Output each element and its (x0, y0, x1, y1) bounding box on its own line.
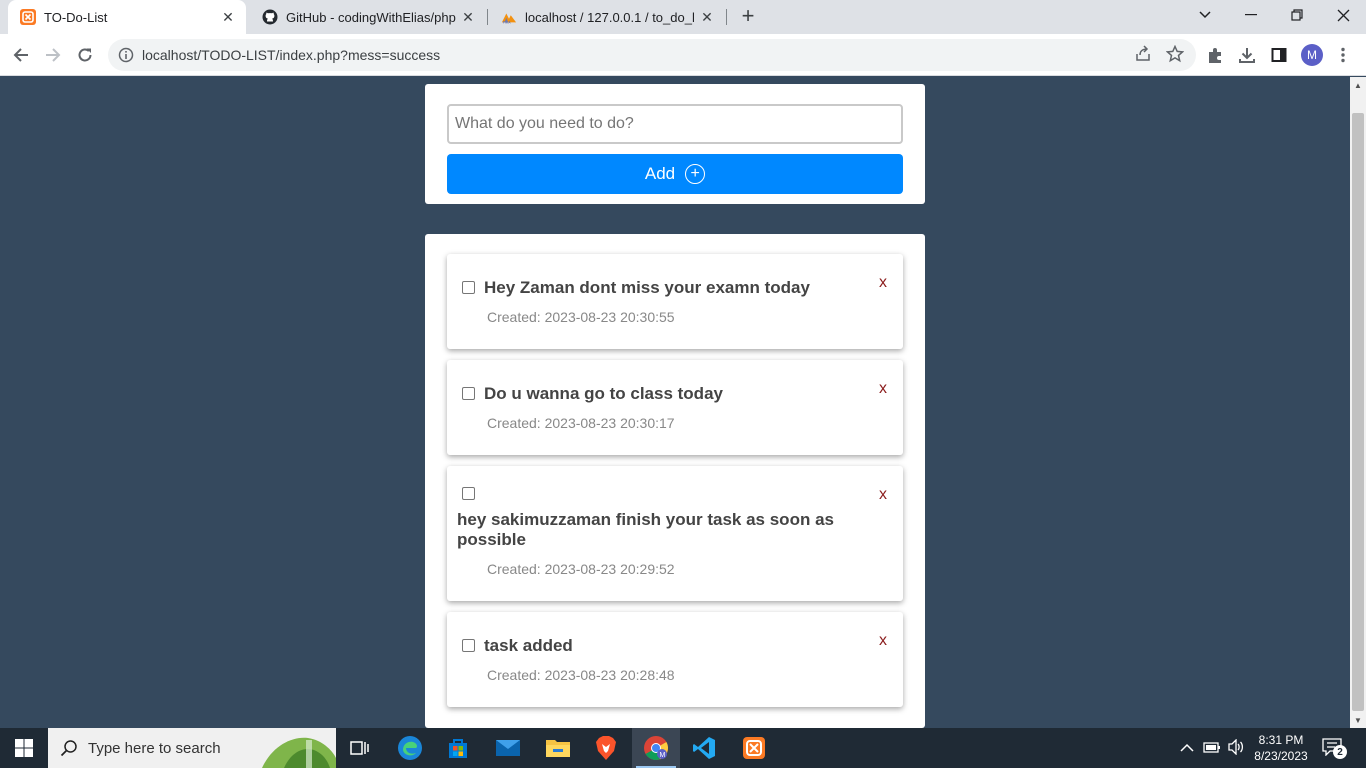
todo-text: task added (484, 636, 573, 655)
scroll-up-icon[interactable]: ▲ (1350, 77, 1366, 93)
reload-icon[interactable] (70, 40, 100, 70)
tab-phpmyadmin[interactable]: PMA localhost / 127.0.0.1 / to_do_list /… (489, 0, 725, 34)
tab-search-icon[interactable] (1182, 0, 1228, 30)
taskbar-search-box[interactable]: Type here to search (48, 728, 336, 768)
todo-text: Do u wanna go to class today (484, 384, 723, 403)
page-content: Add + Hey Zaman dont miss your examn tod… (0, 77, 1350, 728)
xampp-icon (20, 9, 36, 25)
info-icon[interactable] (118, 47, 134, 63)
todo-created: Created: 2023-08-23 20:28:48 (487, 667, 675, 683)
tab-todo-list[interactable]: TO-Do-List ✕ (8, 0, 246, 34)
notification-count-badge: 2 (1333, 745, 1347, 759)
browser-tab-strip: TO-Do-List ✕ GitHub - codingWithElias/ph… (0, 0, 1366, 34)
todo-text: hey sakimuzzaman finish your task as soo… (457, 510, 834, 549)
edge-icon[interactable] (386, 728, 434, 768)
share-icon[interactable] (1134, 45, 1152, 68)
todo-list: Hey Zaman dont miss your examn today Cre… (425, 234, 925, 728)
tab-title: localhost / 127.0.0.1 / to_do_list / (525, 9, 695, 25)
search-highlight-image (262, 737, 336, 768)
svg-text:PMA: PMA (503, 21, 511, 25)
tab-title: TO-Do-List (44, 9, 108, 25)
file-explorer-icon[interactable] (534, 728, 582, 768)
clock-time: 8:31 PM (1258, 733, 1304, 747)
todo-checkbox[interactable] (462, 639, 475, 652)
todo-item: Hey Zaman dont miss your examn today Cre… (447, 254, 903, 349)
todo-checkbox[interactable] (462, 387, 475, 400)
todo-created: Created: 2023-08-23 20:29:52 (487, 561, 675, 577)
browser-toolbar: localhost/TODO-LIST/index.php?mess=succe… (0, 34, 1366, 76)
close-window-icon[interactable] (1320, 0, 1366, 30)
new-tab-button[interactable]: + (736, 4, 760, 30)
url-text: localhost/TODO-LIST/index.php?mess=succe… (142, 47, 441, 63)
back-arrow-icon[interactable] (6, 40, 36, 70)
brave-browser-icon[interactable] (582, 728, 630, 768)
add-button[interactable]: Add + (447, 154, 903, 194)
windows-start-icon[interactable] (0, 728, 48, 768)
volume-icon[interactable] (1227, 738, 1245, 760)
todo-item: hey sakimuzzaman finish your task as soo… (447, 466, 903, 601)
extensions-icon[interactable] (1200, 40, 1230, 70)
tab-github[interactable]: GitHub - codingWithElias/php-to ✕ (250, 0, 486, 34)
remove-todo-button[interactable]: x (879, 274, 887, 292)
clock-date: 8/23/2023 (1254, 749, 1308, 763)
remove-todo-button[interactable]: x (879, 380, 887, 398)
scroll-down-icon[interactable]: ▼ (1350, 712, 1366, 728)
vscode-icon[interactable] (680, 728, 728, 768)
taskbar-search-text: Type here to search (88, 739, 221, 757)
search-icon (60, 740, 77, 757)
phpmyadmin-icon: PMA (501, 9, 517, 25)
plus-circle-icon: + (685, 164, 706, 184)
download-icon[interactable] (1232, 40, 1262, 70)
bookmark-star-icon[interactable] (1165, 44, 1185, 68)
close-tab-icon[interactable]: ✕ (456, 9, 480, 26)
close-tab-icon[interactable]: ✕ (216, 9, 240, 26)
profile-avatar[interactable]: M (1301, 44, 1323, 66)
microsoft-store-icon[interactable] (434, 728, 482, 768)
restore-icon[interactable] (1274, 0, 1320, 30)
todo-text: Hey Zaman dont miss your examn today (484, 278, 810, 297)
svg-text:M: M (660, 752, 666, 759)
battery-icon[interactable] (1203, 740, 1221, 759)
tab-title: GitHub - codingWithElias/php-to (286, 9, 456, 25)
forward-arrow-icon[interactable] (38, 40, 68, 70)
task-view-icon[interactable] (336, 728, 384, 768)
todo-item: Do u wanna go to class today Created: 20… (447, 360, 903, 455)
add-button-label: Add (644, 164, 676, 183)
todo-checkbox[interactable] (462, 487, 475, 500)
taskbar-clock[interactable]: 8:31 PM 8/23/2023 (1250, 732, 1312, 764)
todo-item: task added Created: 2023-08-23 20:28:48 … (447, 612, 903, 707)
todo-checkbox[interactable] (462, 281, 475, 294)
page-scrollbar[interactable]: ▲ ▼ (1350, 77, 1366, 728)
minimize-icon[interactable] (1228, 0, 1274, 30)
windows-taskbar: Type here to search M 8:31 PM 8/23/2023 (0, 728, 1366, 768)
address-bar[interactable]: localhost/TODO-LIST/index.php?mess=succe… (108, 39, 1196, 71)
remove-todo-button[interactable]: x (879, 486, 887, 504)
close-tab-icon[interactable]: ✕ (695, 9, 719, 26)
github-icon (262, 9, 278, 25)
tab-separator (487, 9, 488, 25)
scroll-thumb[interactable] (1352, 113, 1364, 711)
xampp-taskbar-icon[interactable] (730, 728, 778, 768)
notification-center-icon[interactable]: 2 (1322, 738, 1348, 760)
todo-input[interactable] (447, 104, 903, 144)
menu-kebab-icon[interactable] (1328, 40, 1358, 70)
chrome-icon[interactable]: M (632, 728, 680, 768)
todo-created: Created: 2023-08-23 20:30:17 (487, 415, 675, 431)
remove-todo-button[interactable]: x (879, 632, 887, 650)
tab-separator (726, 9, 727, 25)
todo-created: Created: 2023-08-23 20:30:55 (487, 309, 675, 325)
add-todo-card: Add + (425, 84, 925, 204)
mail-icon[interactable] (484, 728, 532, 768)
show-hidden-icons-icon[interactable] (1180, 740, 1194, 758)
side-panel-icon[interactable] (1264, 40, 1294, 70)
